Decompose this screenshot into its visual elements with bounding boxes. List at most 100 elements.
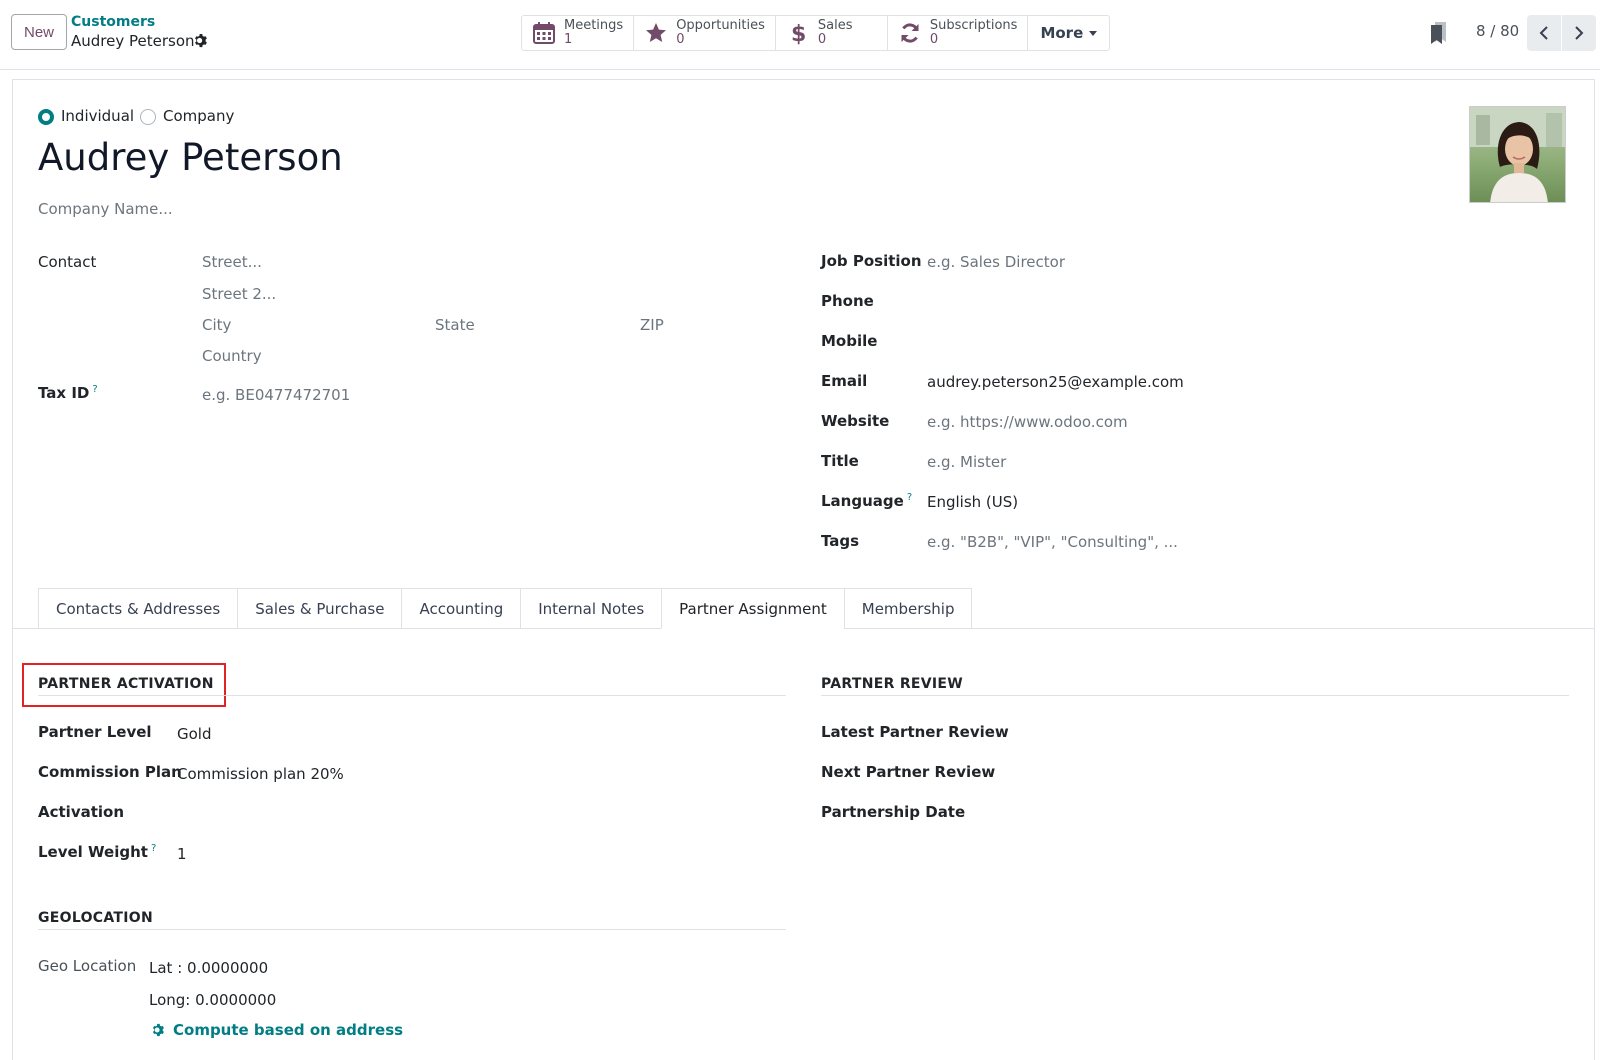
subscriptions-smart-button[interactable]: Subscriptions 0 — [888, 16, 1029, 50]
company-radio[interactable] — [140, 109, 156, 125]
tab-membership[interactable]: Membership — [843, 588, 973, 629]
company-label[interactable]: Company — [163, 107, 234, 125]
compute-based-on-address-button[interactable]: Compute based on address — [151, 1021, 403, 1039]
pager-next-button[interactable] — [1562, 15, 1596, 51]
tax-id-field[interactable]: e.g. BE0477472701 — [202, 386, 350, 404]
chevron-left-icon — [1539, 26, 1548, 40]
website-label: Website — [821, 412, 890, 430]
phone-label: Phone — [821, 292, 874, 310]
title-field[interactable]: e.g. Mister — [927, 453, 1006, 471]
meetings-smart-button[interactable]: Meetings 1 — [522, 16, 635, 50]
help-icon[interactable]: ? — [151, 843, 156, 854]
smart-button-label: Meetings — [564, 18, 624, 33]
section-divider — [821, 695, 1569, 696]
geolocation-title: GEOLOCATION — [38, 910, 153, 926]
gear-icon — [152, 1023, 164, 1037]
bookmark-icon[interactable] — [1428, 22, 1448, 44]
tab-partner-assignment[interactable]: Partner Assignment — [661, 588, 844, 629]
latest-partner-review-label: Latest Partner Review — [821, 723, 1009, 741]
dollar-icon: $ — [786, 21, 810, 47]
svg-text:$: $ — [791, 22, 806, 45]
longitude-value: Long: 0.0000000 — [149, 991, 277, 1009]
section-divider — [38, 695, 786, 696]
individual-radio[interactable] — [38, 109, 54, 125]
language-field[interactable]: English (US) — [927, 493, 1018, 511]
language-label: Language? — [821, 492, 912, 510]
section-divider — [38, 929, 786, 930]
tab-accounting[interactable]: Accounting — [401, 588, 521, 629]
form-sheet — [12, 79, 1595, 1060]
smart-button-value: 0 — [676, 32, 685, 47]
smart-button-label: Opportunities — [676, 18, 765, 33]
state-field[interactable]: State — [435, 316, 475, 334]
caret-down-icon — [1089, 30, 1098, 36]
refresh-icon — [898, 21, 922, 45]
smart-buttons-bar: Meetings 1 Opportunities 0 $ Sales 0 Subscr… — [521, 15, 1111, 51]
individual-label[interactable]: Individual — [61, 107, 134, 125]
activation-label: Activation — [38, 803, 125, 821]
website-field[interactable]: e.g. https://www.odoo.com — [927, 413, 1128, 431]
city-field[interactable]: City — [202, 316, 231, 334]
new-button[interactable]: New — [11, 14, 67, 50]
geo-location-label: Geo Location — [38, 957, 137, 975]
breadcrumb-parent[interactable]: Customers — [71, 14, 155, 30]
level-weight-field[interactable]: 1 — [177, 845, 187, 863]
partner-level-label: Partner Level — [38, 723, 152, 741]
partnership-date-label: Partnership Date — [821, 803, 966, 821]
tab-sales-purchase[interactable]: Sales & Purchase — [237, 588, 402, 629]
tags-label: Tags — [821, 532, 860, 550]
job-position-field[interactable]: e.g. Sales Director — [927, 253, 1065, 271]
breadcrumb-current: Audrey Peterson — [71, 32, 195, 50]
control-panel: New Customers Audrey Peterson Meetings 1 … — [0, 0, 1600, 70]
smart-button-label: Sales — [817, 18, 853, 33]
calendar-icon — [532, 21, 556, 45]
email-label: Email — [821, 372, 868, 390]
tax-id-label: Tax ID? — [38, 384, 98, 402]
level-weight-label: Level Weight? — [38, 843, 156, 861]
sales-smart-button[interactable]: $ Sales 0 — [776, 16, 888, 50]
tab-contacts-addresses[interactable]: Contacts & Addresses — [38, 588, 238, 629]
zip-field[interactable]: ZIP — [640, 316, 664, 334]
smart-button-value: 0 — [929, 32, 939, 47]
compute-based-on-address-label: Compute based on address — [173, 1021, 404, 1039]
more-dropdown[interactable]: More — [1028, 16, 1109, 50]
avatar[interactable] — [1469, 106, 1566, 203]
smart-button-value: 1 — [564, 32, 573, 47]
partner-name-field[interactable]: Audrey Peterson — [38, 136, 343, 179]
latitude-value: Lat : 0.0000000 — [149, 959, 269, 977]
tax-id-label-text: Tax ID — [38, 384, 90, 402]
notebook-tabs: Contacts & Addresses Sales & Purchase Ac… — [38, 588, 973, 629]
title-label: Title — [821, 452, 859, 470]
help-icon[interactable]: ? — [92, 384, 97, 395]
next-partner-review-label: Next Partner Review — [821, 763, 996, 781]
mobile-field[interactable] — [927, 330, 1527, 352]
commission-plan-field[interactable]: Commission plan 20% — [177, 765, 344, 783]
opportunities-smart-button[interactable]: Opportunities 0 — [634, 16, 776, 50]
contact-label: Contact — [38, 253, 97, 271]
tab-internal-notes[interactable]: Internal Notes — [520, 588, 662, 629]
job-position-label: Job Position — [821, 252, 922, 270]
street-field[interactable]: Street... — [202, 253, 262, 271]
tags-field[interactable]: e.g. "B2B", "VIP", "Consulting", ... — [927, 533, 1178, 551]
smart-button-label: Subscriptions — [929, 18, 1018, 33]
commission-plan-label: Commission Plan — [38, 763, 182, 781]
phone-field[interactable] — [927, 290, 1527, 312]
level-weight-label-text: Level Weight — [38, 843, 148, 861]
help-icon[interactable]: ? — [907, 492, 912, 503]
activation-field[interactable] — [177, 801, 777, 823]
pager-previous-button[interactable] — [1527, 15, 1561, 51]
star-icon — [644, 21, 668, 45]
smart-button-value: 0 — [817, 32, 827, 47]
partner-review-title: PARTNER REVIEW — [821, 676, 964, 692]
street2-field[interactable]: Street 2... — [202, 285, 276, 303]
country-field[interactable]: Country — [202, 347, 262, 365]
partner-level-field[interactable]: Gold — [177, 725, 212, 743]
mobile-label: Mobile — [821, 332, 878, 350]
gear-icon[interactable] — [193, 33, 209, 49]
company-name-field[interactable]: Company Name... — [38, 200, 173, 218]
language-label-text: Language — [821, 492, 904, 510]
pager-value[interactable]: 8 / 80 — [1476, 22, 1519, 40]
chevron-right-icon — [1575, 26, 1584, 40]
email-field[interactable]: audrey.peterson25@example.com — [927, 373, 1184, 391]
partner-activation-title: PARTNER ACTIVATION — [38, 676, 214, 692]
